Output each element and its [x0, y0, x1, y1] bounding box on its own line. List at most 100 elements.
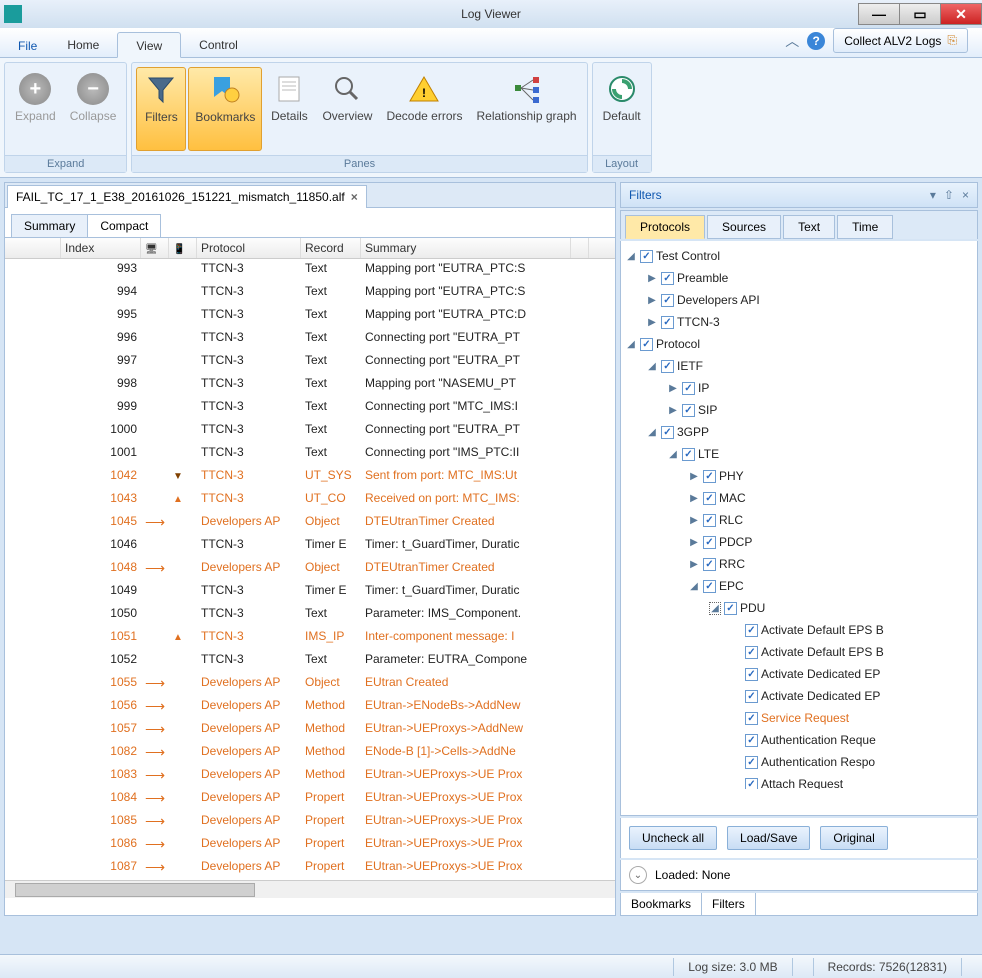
table-row[interactable]: 998TTCN-3TextMapping port "NASEMU_PT	[5, 374, 615, 397]
table-row[interactable]: 1085⟶Developers APPropertEUtran->UEProxy…	[5, 811, 615, 834]
ribbon-bookmarks[interactable]: Bookmarks	[188, 67, 262, 151]
tree-node[interactable]: ▶✓Preamble	[625, 267, 973, 289]
tree-expander-icon[interactable]: ◢	[625, 251, 637, 262]
tree-node[interactable]: ▶✓TTCN-3	[625, 311, 973, 333]
tree-expander-icon[interactable]: ◢	[646, 361, 658, 372]
ribbon-decode-errors[interactable]: !Decode errors	[380, 67, 468, 151]
subtab-compact[interactable]: Compact	[87, 214, 161, 238]
table-row[interactable]: 1046TTCN-3Timer ETimer: t_GuardTimer, Du…	[5, 535, 615, 558]
filter-tab-text[interactable]: Text	[783, 215, 835, 239]
table-row[interactable]: 1043▲TTCN-3UT_COReceived on port: MTC_IM…	[5, 489, 615, 512]
menu-tab-control[interactable]: Control	[181, 32, 256, 57]
table-row[interactable]: 994TTCN-3TextMapping port "EUTRA_PTC:S	[5, 282, 615, 305]
uncheck-all-button[interactable]: Uncheck all	[629, 826, 717, 850]
tree-expander-icon[interactable]: ▶	[646, 273, 658, 284]
ribbon-expand[interactable]: +Expand	[9, 67, 62, 151]
tree-checkbox[interactable]: ✓	[745, 624, 758, 637]
grid-header-cell[interactable]: Protocol	[197, 238, 301, 258]
tree-checkbox[interactable]: ✓	[745, 646, 758, 659]
table-row[interactable]: 1045⟶Developers APObjectDTEUtranTimer Cr…	[5, 512, 615, 535]
tree-checkbox[interactable]: ✓	[682, 404, 695, 417]
bottom-tab-bookmarks[interactable]: Bookmarks	[621, 893, 701, 915]
tree-checkbox[interactable]: ✓	[640, 338, 653, 351]
table-row[interactable]: 993TTCN-3TextMapping port "EUTRA_PTC:S	[5, 259, 615, 282]
tree-checkbox[interactable]: ✓	[661, 426, 674, 439]
table-row[interactable]: 996TTCN-3TextConnecting port "EUTRA_PT	[5, 328, 615, 351]
table-row[interactable]: 1050TTCN-3TextParameter: IMS_Component.	[5, 604, 615, 627]
tree-node[interactable]: ▶✓SIP	[625, 399, 973, 421]
close-button[interactable]: ✕	[940, 3, 982, 25]
tree-node[interactable]: ◢✓Test Control	[625, 245, 973, 267]
tree-node[interactable]: ▶✓RLC	[625, 509, 973, 531]
table-row[interactable]: 1042▼TTCN-3UT_SYSSent from port: MTC_IMS…	[5, 466, 615, 489]
table-row[interactable]: 1083⟶Developers APMethodEUtran->UEProxys…	[5, 765, 615, 788]
tree-checkbox[interactable]: ✓	[682, 448, 695, 461]
tree-checkbox[interactable]: ✓	[745, 778, 758, 790]
table-row[interactable]: 1056⟶Developers APMethodEUtran->ENodeBs-…	[5, 696, 615, 719]
ribbon-overview[interactable]: Overview	[316, 67, 378, 151]
tree-expander-icon[interactable]: ◢	[709, 602, 721, 615]
tree-checkbox[interactable]: ✓	[703, 558, 716, 571]
tree-checkbox[interactable]: ✓	[703, 492, 716, 505]
tree-expander-icon[interactable]: ◢	[688, 581, 700, 592]
tree-checkbox[interactable]: ✓	[745, 668, 758, 681]
tree-node[interactable]: ◢✓LTE	[625, 443, 973, 465]
bottom-tab-filters[interactable]: Filters	[701, 893, 756, 915]
tree-node[interactable]: ◢✓PDU	[625, 597, 973, 619]
dropdown-icon[interactable]: ▾	[930, 188, 936, 202]
tree-checkbox[interactable]: ✓	[661, 316, 674, 329]
collect-logs-button[interactable]: Collect ALV2 Logs ⎘	[833, 28, 968, 53]
tree-checkbox[interactable]: ✓	[640, 250, 653, 263]
tree-node[interactable]: ▶✓PDCP	[625, 531, 973, 553]
tree-expander-icon[interactable]: ▶	[667, 405, 679, 416]
table-row[interactable]: 1001TTCN-3TextConnecting port "IMS_PTC:I…	[5, 443, 615, 466]
menu-tab-home[interactable]: Home	[49, 32, 117, 57]
table-row[interactable]: 997TTCN-3TextConnecting port "EUTRA_PT	[5, 351, 615, 374]
tree-checkbox[interactable]: ✓	[745, 690, 758, 703]
tree-node[interactable]: ◢✓EPC	[625, 575, 973, 597]
table-row[interactable]: 999TTCN-3TextConnecting port "MTC_IMS:I	[5, 397, 615, 420]
tree-expander-icon[interactable]: ◢	[667, 449, 679, 460]
tree-node[interactable]: ✓Activate Default EPS B	[625, 641, 973, 663]
tree-node[interactable]: ▶✓RRC	[625, 553, 973, 575]
filter-tab-protocols[interactable]: Protocols	[625, 215, 705, 239]
table-row[interactable]: 1084⟶Developers APPropertEUtran->UEProxy…	[5, 788, 615, 811]
tree-checkbox[interactable]: ✓	[724, 602, 737, 615]
table-row[interactable]: 1086⟶Developers APPropertEUtran->UEProxy…	[5, 834, 615, 857]
tree-node[interactable]: ✓Authentication Respo	[625, 751, 973, 773]
pin-icon[interactable]: ⇧	[944, 188, 954, 202]
tree-node[interactable]: ✓Authentication Reque	[625, 729, 973, 751]
grid-header-cell[interactable]: Index	[61, 238, 141, 258]
horizontal-scrollbar[interactable]	[5, 880, 615, 898]
tree-checkbox[interactable]: ✓	[745, 712, 758, 725]
tree-checkbox[interactable]: ✓	[703, 536, 716, 549]
table-row[interactable]: 1055⟶Developers APObjectEUtran Created	[5, 673, 615, 696]
tree-checkbox[interactable]: ✓	[745, 734, 758, 747]
grid-header-cell[interactable]: 📱	[169, 238, 197, 258]
table-row[interactable]: 1082⟶Developers APMethodENode-B [1]->Cel…	[5, 742, 615, 765]
table-row[interactable]: 1057⟶Developers APMethodEUtran->UEProxys…	[5, 719, 615, 742]
grid-body[interactable]: 993TTCN-3TextMapping port "EUTRA_PTC:S99…	[5, 259, 615, 880]
tree-node[interactable]: ▶✓Developers API	[625, 289, 973, 311]
tree-checkbox[interactable]: ✓	[703, 514, 716, 527]
tree-node[interactable]: ✓Activate Dedicated EP	[625, 663, 973, 685]
file-menu[interactable]: File	[6, 35, 49, 57]
tree-node[interactable]: ✓Attach Request	[625, 773, 973, 789]
tree-checkbox[interactable]: ✓	[703, 470, 716, 483]
table-row[interactable]: 1000TTCN-3TextConnecting port "EUTRA_PT	[5, 420, 615, 443]
tree-checkbox[interactable]: ✓	[661, 272, 674, 285]
tree-expander-icon[interactable]: ◢	[625, 339, 637, 350]
ribbon-relationship-graph[interactable]: Relationship graph	[470, 67, 582, 151]
tree-node[interactable]: ▶✓PHY	[625, 465, 973, 487]
load-save-button[interactable]: Load/Save	[727, 826, 810, 850]
grid-header-cell[interactable]: 🖥	[141, 238, 169, 258]
tree-node[interactable]: ▶✓IP	[625, 377, 973, 399]
tree-node[interactable]: ✓Service Request	[625, 707, 973, 729]
document-tab[interactable]: FAIL_TC_17_1_E38_20161026_151221_mismatc…	[7, 185, 367, 208]
tree-node[interactable]: ◢✓3GPP	[625, 421, 973, 443]
table-row[interactable]: 1049TTCN-3Timer ETimer: t_GuardTimer, Du…	[5, 581, 615, 604]
tree-expander-icon[interactable]: ▶	[688, 559, 700, 570]
menu-tab-view[interactable]: View	[117, 32, 181, 58]
tree-node[interactable]: ◢✓IETF	[625, 355, 973, 377]
tree-checkbox[interactable]: ✓	[745, 756, 758, 769]
